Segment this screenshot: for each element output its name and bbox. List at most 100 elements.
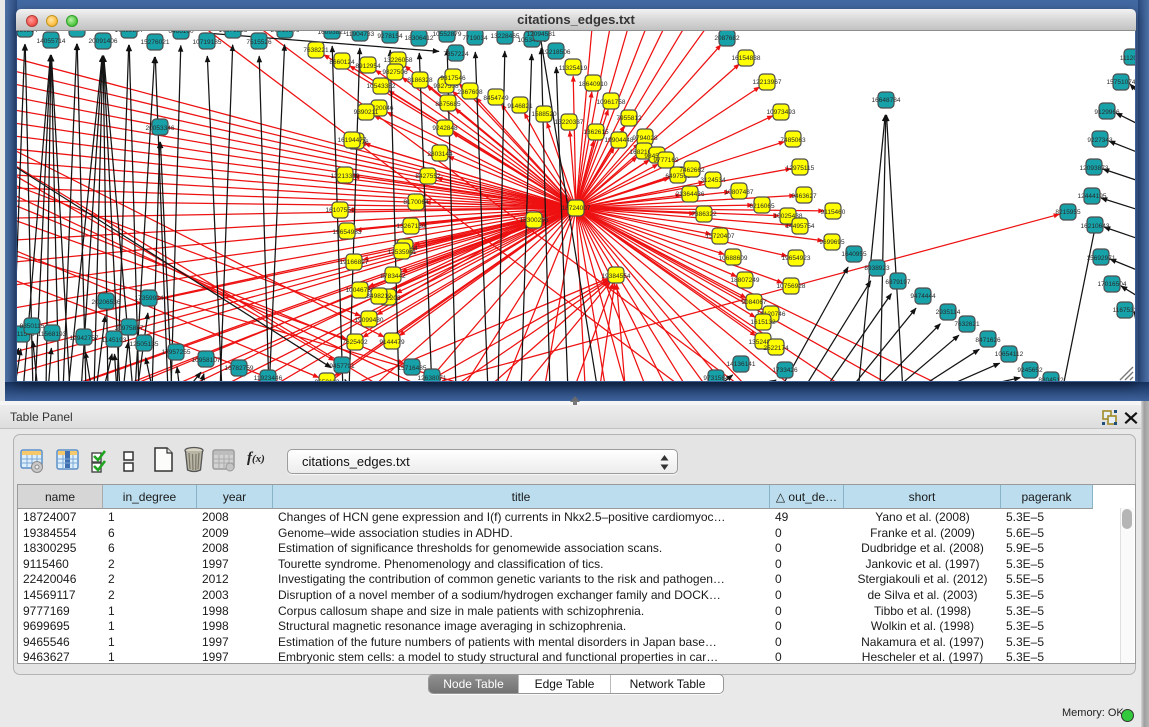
svg-text:13226058: 13226058 — [384, 57, 413, 64]
svg-text:9278154: 9278154 — [377, 33, 403, 40]
svg-text:12213967: 12213967 — [753, 79, 782, 86]
svg-text:16154838: 16154838 — [732, 55, 761, 62]
svg-text:18724007: 18724007 — [562, 205, 591, 212]
svg-text:9317546: 9317546 — [440, 75, 466, 82]
svg-text:10719185: 10719185 — [193, 39, 222, 46]
svg-text:10671355: 10671355 — [219, 31, 248, 34]
svg-text:12093873: 12093873 — [1080, 165, 1109, 172]
svg-text:7357224: 7357224 — [443, 51, 469, 58]
svg-text:16107551: 16107551 — [326, 207, 355, 214]
svg-text:10958107: 10958107 — [192, 357, 221, 364]
svg-text:19099480: 19099480 — [355, 317, 384, 324]
svg-text:20919346: 20919346 — [271, 31, 300, 34]
svg-text:12094581: 12094581 — [527, 31, 556, 38]
svg-text:1112034: 1112034 — [1120, 55, 1135, 62]
svg-text:8186328: 8186328 — [407, 77, 433, 84]
svg-text:9463627: 9463627 — [791, 193, 817, 200]
svg-text:8215955: 8215955 — [1055, 209, 1081, 216]
svg-text:12505135: 12505135 — [130, 341, 159, 348]
svg-text:1167533: 1167533 — [1113, 307, 1135, 314]
svg-text:12213369: 12213369 — [331, 173, 360, 180]
svg-text:9650112: 9650112 — [315, 379, 340, 381]
svg-text:8660124: 8660124 — [329, 59, 355, 66]
svg-text:14136141: 14136141 — [727, 361, 756, 368]
svg-text:17016504: 17016504 — [1098, 281, 1127, 288]
svg-text:12638071: 12638071 — [418, 375, 447, 381]
svg-text:18640910: 18640910 — [579, 81, 608, 88]
svg-text:8783442: 8783442 — [380, 273, 406, 280]
svg-text:21364436: 21364436 — [676, 191, 705, 198]
svg-text:19384554: 19384554 — [602, 273, 631, 280]
svg-text:8675685: 8675685 — [435, 101, 461, 108]
svg-text:19166827: 19166827 — [340, 259, 369, 266]
svg-text:9227343: 9227343 — [1087, 137, 1113, 144]
svg-text:1362615: 1362615 — [583, 129, 609, 136]
svg-text:8471626: 8471626 — [975, 337, 1001, 344]
svg-text:10973493: 10973493 — [767, 109, 796, 116]
svg-text:18300295: 18300295 — [520, 217, 549, 224]
svg-text:9827506: 9827506 — [382, 69, 408, 76]
svg-text:17957255: 17957255 — [162, 349, 191, 356]
svg-text:6216065: 6216065 — [749, 203, 775, 210]
svg-text:11904733: 11904733 — [346, 31, 375, 38]
svg-text:6466160: 6466160 — [168, 31, 194, 35]
svg-text:2367608: 2367608 — [457, 89, 483, 96]
svg-text:10688609: 10688609 — [719, 255, 748, 262]
svg-text:9699695: 9699695 — [819, 239, 845, 246]
svg-text:2522174: 2522174 — [763, 345, 789, 352]
svg-text:1145193: 1145193 — [102, 337, 127, 344]
svg-text:2935114: 2935114 — [936, 309, 961, 316]
svg-text:12975115: 12975115 — [786, 165, 815, 172]
svg-text:19573528: 19573528 — [63, 31, 92, 33]
svg-text:19218506: 19218506 — [542, 49, 571, 56]
svg-text:7462662: 7462662 — [679, 167, 705, 174]
svg-text:11568193: 11568193 — [38, 331, 67, 338]
svg-text:13228465: 13228465 — [491, 33, 520, 40]
svg-text:7625402: 7625402 — [342, 339, 368, 346]
svg-text:2803144: 2803144 — [427, 151, 453, 158]
svg-text:7386322: 7386322 — [691, 211, 717, 218]
svg-text:8170064: 8170064 — [403, 199, 429, 206]
svg-text:3498212: 3498212 — [366, 293, 392, 300]
svg-text:16648784: 16648784 — [872, 97, 901, 104]
svg-text:9390211: 9390211 — [354, 109, 379, 116]
svg-text:9474444: 9474444 — [910, 293, 936, 300]
svg-text:30975887: 30975887 — [115, 325, 144, 332]
svg-text:8427552: 8427552 — [415, 173, 441, 180]
svg-text:8912954: 8912954 — [355, 63, 381, 70]
svg-text:16194477: 16194477 — [338, 137, 367, 144]
svg-text:9777169: 9777169 — [653, 157, 679, 164]
svg-text:7515526: 7515526 — [246, 39, 272, 46]
svg-text:17359934: 17359934 — [135, 295, 164, 302]
svg-text:15716485: 15716485 — [398, 365, 427, 372]
svg-text:10653267: 10653267 — [115, 31, 144, 34]
svg-text:11325419: 11325419 — [559, 65, 588, 72]
svg-text:10552879: 10552879 — [433, 31, 462, 38]
svg-text:18807249: 18807249 — [731, 277, 760, 284]
svg-text:8350115: 8350115 — [20, 323, 45, 330]
svg-text:20053346: 20053346 — [146, 125, 175, 132]
svg-text:9115460: 9115460 — [821, 209, 846, 216]
svg-text:10654112: 10654112 — [995, 351, 1024, 358]
svg-text:9245652: 9245652 — [1017, 367, 1043, 374]
svg-text:15751074: 15751074 — [1107, 79, 1135, 86]
svg-text:10756928: 10756928 — [777, 283, 806, 290]
svg-text:19654983: 19654983 — [333, 229, 362, 236]
svg-text:13535941: 13535941 — [388, 249, 417, 256]
svg-text:1588520: 1588520 — [531, 111, 557, 118]
svg-text:8454749: 8454749 — [483, 95, 509, 102]
svg-text:14495754: 14495754 — [786, 223, 815, 230]
svg-text:15720407: 15720407 — [706, 233, 735, 240]
svg-text:16782759: 16782759 — [225, 365, 254, 372]
svg-text:12942757: 12942757 — [70, 335, 99, 342]
svg-text:9144479: 9144479 — [379, 339, 405, 346]
svg-text:12444195: 12444195 — [1078, 193, 1107, 200]
svg-text:20206536: 20206536 — [92, 299, 121, 306]
svg-text:6879197: 6879197 — [885, 279, 911, 286]
svg-text:8804512: 8804512 — [1038, 377, 1064, 381]
svg-text:14055714: 14055714 — [37, 38, 66, 45]
svg-text:9794028: 9794028 — [632, 135, 658, 142]
svg-text:16210643: 16210643 — [1081, 223, 1110, 230]
svg-text:11923446: 11923446 — [254, 375, 283, 381]
svg-text:7719034: 7719034 — [462, 35, 488, 42]
